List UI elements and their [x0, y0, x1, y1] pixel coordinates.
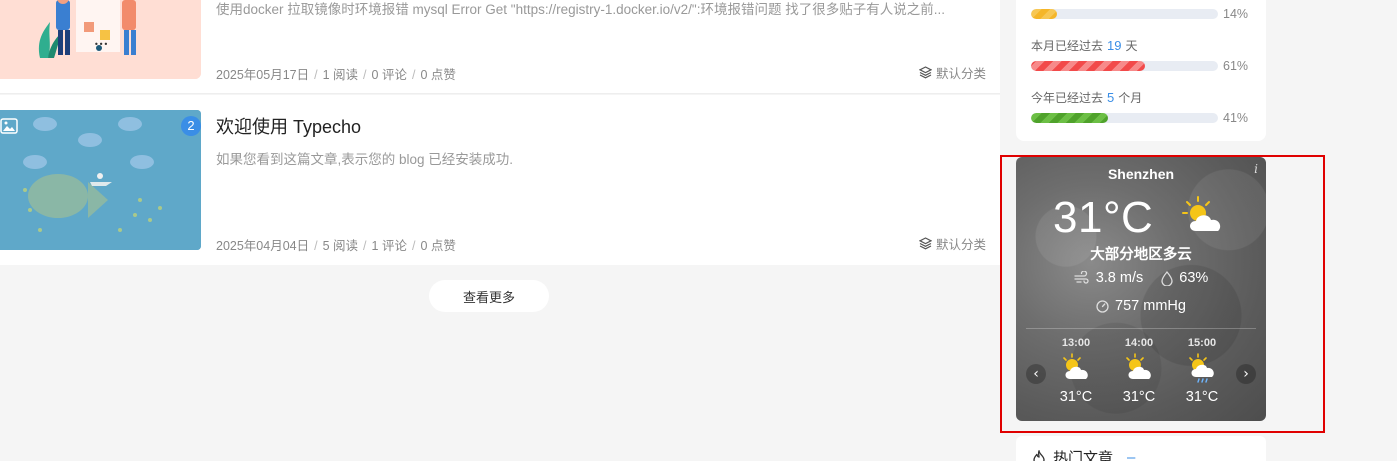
article-reads: 5 阅读: [322, 239, 359, 253]
fire-icon: [1033, 449, 1045, 461]
load-more-button[interactable]: 查看更多: [429, 280, 549, 312]
article-thumbnail[interactable]: 2: [0, 110, 201, 250]
title-dash: –: [1127, 449, 1136, 461]
article-card[interactable]: 2 欢迎使用 Typecho 如果您看到这篇文章,表示您的 blog 已经安装成…: [0, 95, 1000, 265]
highlight-box: [1000, 155, 1325, 433]
progress-label: 今年已经过去 5 个月: [1031, 89, 1261, 106]
time-progress-widget: 14% 本月已经过去 19 天 61% 今年已经过去 5 个月 41%: [1016, 0, 1266, 141]
article-reads: 1 阅读: [322, 68, 359, 82]
article-category[interactable]: 默认分类: [918, 234, 986, 253]
progress-fill: [1031, 113, 1108, 123]
progress-bar: [1031, 9, 1218, 19]
article-excerpt: 使用docker 拉取镜像时环境报错 mysql Error Get "http…: [216, 2, 945, 17]
fish-illustration-image: [0, 110, 201, 250]
layers-icon: [918, 66, 932, 79]
article-excerpt: 如果您看到这篇文章,表示您的 blog 已经安装成功.: [216, 152, 514, 167]
progress-percent: 41%: [1223, 111, 1249, 125]
progress-bar: [1031, 61, 1218, 71]
article-category[interactable]: 默认分类: [918, 63, 986, 82]
article-title[interactable]: 欢迎使用 Typecho: [216, 113, 361, 139]
progress-value: 5: [1107, 90, 1115, 105]
article-likes: 0 点赞: [420, 239, 456, 253]
article-thumbnail[interactable]: •••: [0, 0, 201, 79]
category-label: 默认分类: [935, 238, 986, 252]
article-date: 2025年05月17日: [216, 68, 310, 82]
layers-icon: [918, 237, 932, 250]
image-icon: [0, 118, 18, 134]
article-comments: 1 评论: [371, 239, 407, 253]
progress-row: 本月已经过去 19 天 61%: [1031, 37, 1261, 73]
article-likes: 0 点赞: [420, 68, 456, 82]
svg-text:•••: •••: [94, 40, 108, 49]
hot-articles-header: 热门文章 –: [1031, 447, 1135, 461]
progress-unit: 天: [1125, 39, 1138, 53]
progress-fill: [1031, 9, 1058, 19]
progress-prefix: 今年已经过去: [1031, 91, 1104, 105]
hot-articles-widget: 热门文章 –: [1016, 436, 1266, 461]
comment-count-badge: 2: [181, 116, 201, 136]
progress-fill: [1031, 61, 1146, 71]
progress-row: 今年已经过去 5 个月 41%: [1031, 89, 1261, 125]
hot-articles-title: 热门文章: [1053, 450, 1114, 461]
progress-value: 19: [1107, 38, 1122, 53]
progress-prefix: 本月已经过去: [1031, 39, 1104, 53]
progress-percent: 61%: [1223, 59, 1249, 73]
category-label: 默认分类: [935, 67, 986, 81]
progress-label: 本月已经过去 19 天: [1031, 37, 1261, 54]
illustration-image: •••: [0, 0, 201, 79]
progress-unit: 个月: [1118, 91, 1143, 105]
article-meta: 2025年04月04日/5 阅读/1 评论/0 点赞: [216, 239, 456, 253]
article-comments: 0 评论: [371, 68, 407, 82]
progress-bar: [1031, 113, 1218, 123]
article-date: 2025年04月04日: [216, 239, 310, 253]
article-card[interactable]: ••• 使用docker 拉取镜像时环境报错 mysql Error Get "…: [0, 0, 1000, 94]
article-meta: 2025年05月17日/1 阅读/0 评论/0 点赞: [216, 68, 456, 82]
progress-percent: 14%: [1223, 7, 1249, 21]
